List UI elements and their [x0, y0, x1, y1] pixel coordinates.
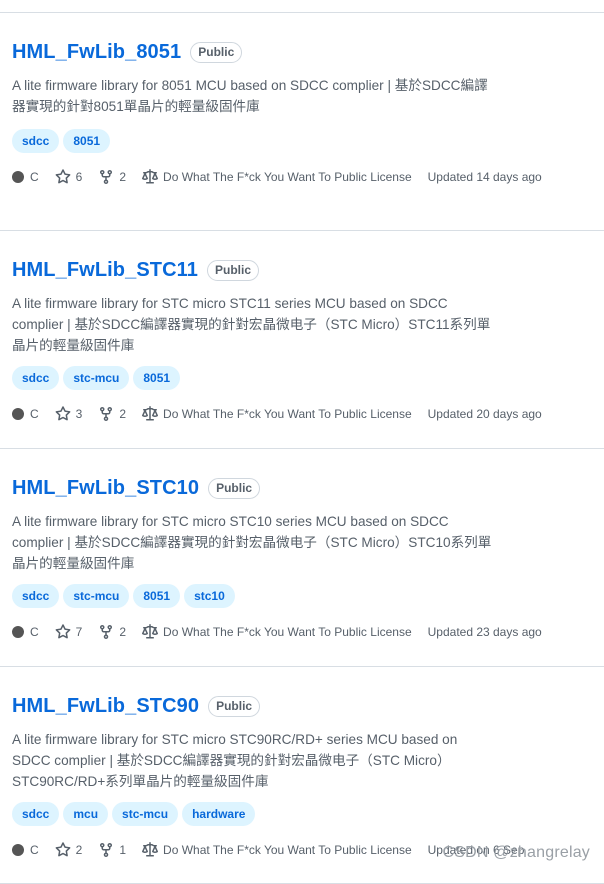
repo-title-row: HML_FwLib_STC10 Public	[12, 477, 261, 500]
language-color-dot	[12, 171, 24, 183]
license-item: Do What The F*ck You Want To Public Lice…	[142, 169, 412, 185]
repo-item: HML_FwLib_8051 Public A lite firmware li…	[0, 12, 604, 230]
repo-name-link[interactable]: HML_FwLib_STC11	[12, 259, 198, 282]
license-item: Do What The F*ck You Want To Public Lice…	[142, 624, 412, 640]
topic-list: sdcc stc-mcu 8051	[12, 366, 181, 390]
star-icon	[55, 842, 71, 858]
language-item: C	[12, 407, 39, 421]
language-item: C	[12, 625, 39, 639]
repo-description: A lite firmware library for STC micro ST…	[12, 296, 491, 353]
visibility-badge: Public	[206, 260, 259, 281]
topic-list: sdcc mcu stc-mcu hardware	[12, 802, 256, 826]
repo-meta: C 3 2 Do What The F*ck You Want To Publi…	[12, 406, 558, 422]
repo-title-row: HML_FwLib_STC90 Public	[12, 695, 261, 718]
stars-link[interactable]: 3	[55, 406, 83, 422]
forks-link[interactable]: 1	[98, 842, 126, 858]
repo-description: A lite firmware library for 8051 MCU bas…	[12, 78, 488, 114]
language-color-dot	[12, 626, 24, 638]
star-icon	[55, 169, 71, 185]
visibility-badge: Public	[208, 478, 261, 499]
forks-link[interactable]: 2	[98, 169, 126, 185]
stars-link[interactable]: 7	[55, 624, 83, 640]
topic-tag[interactable]: stc-mcu	[63, 584, 130, 608]
topic-tag[interactable]: sdcc	[12, 129, 60, 153]
repo-name-link[interactable]: HML_FwLib_STC90	[12, 695, 199, 718]
star-icon	[55, 624, 71, 640]
license-label: Do What The F*ck You Want To Public Lice…	[163, 625, 412, 639]
repo-description: A lite firmware library for STC micro ST…	[12, 732, 458, 789]
stars-count: 2	[75, 843, 83, 857]
stars-count: 7	[75, 625, 83, 639]
stars-link[interactable]: 6	[55, 169, 83, 185]
repo-title-row: HML_FwLib_STC11 Public	[12, 259, 259, 282]
topic-tag[interactable]: sdcc	[12, 366, 60, 390]
license-label: Do What The F*ck You Want To Public Lice…	[163, 843, 412, 857]
forks-link[interactable]: 2	[98, 406, 126, 422]
updated-time: Updated 20 days ago	[427, 407, 542, 421]
updated-time: Updated 14 days ago	[427, 170, 542, 184]
repo-forked-icon	[98, 169, 114, 185]
repo-meta: C 7 2 Do What The F*ck You Want To Publi…	[12, 624, 558, 640]
topic-tag[interactable]: 8051	[133, 584, 181, 608]
repo-description: A lite firmware library for STC micro ST…	[12, 514, 492, 571]
language-item: C	[12, 170, 39, 184]
topic-tag[interactable]: sdcc	[12, 802, 60, 826]
updated-time: Updated 23 days ago	[427, 625, 542, 639]
topic-tag[interactable]: stc-mcu	[63, 366, 130, 390]
repo-forked-icon	[98, 406, 114, 422]
topic-tag[interactable]: sdcc	[12, 584, 60, 608]
repo-item: HML_FwLib_STC11 Public A lite firmware l…	[0, 230, 604, 448]
license-item: Do What The F*ck You Want To Public Lice…	[142, 842, 412, 858]
language-color-dot	[12, 408, 24, 420]
law-icon	[142, 842, 159, 858]
repo-forked-icon	[98, 624, 114, 640]
license-item: Do What The F*ck You Want To Public Lice…	[142, 406, 412, 422]
topic-tag[interactable]: mcu	[63, 802, 109, 826]
language-color-dot	[12, 844, 24, 856]
forks-count: 2	[119, 625, 127, 639]
stars-count: 6	[75, 170, 83, 184]
repo-name-link[interactable]: HML_FwLib_8051	[12, 41, 181, 64]
topic-list: sdcc stc-mcu 8051 stc10	[12, 584, 235, 608]
forks-count: 2	[119, 170, 127, 184]
forks-count: 1	[119, 843, 127, 857]
visibility-badge: Public	[208, 696, 261, 717]
topic-tag[interactable]: hardware	[182, 802, 256, 826]
topic-list: sdcc 8051	[12, 129, 111, 153]
license-label: Do What The F*ck You Want To Public Lice…	[163, 407, 412, 421]
license-label: Do What The F*ck You Want To Public Lice…	[163, 170, 412, 184]
topic-tag[interactable]: 8051	[63, 129, 111, 153]
csdn-watermark: CSDN @zhangrelay	[442, 844, 590, 861]
language-label: C	[30, 843, 39, 857]
language-label: C	[30, 625, 39, 639]
repository-list: HML_FwLib_8051 Public A lite firmware li…	[0, 12, 604, 884]
repo-name-link[interactable]: HML_FwLib_STC10	[12, 477, 199, 500]
law-icon	[142, 406, 159, 422]
language-label: C	[30, 170, 39, 184]
law-icon	[142, 624, 159, 640]
repo-item: HML_FwLib_STC10 Public A lite firmware l…	[0, 448, 604, 666]
star-icon	[55, 406, 71, 422]
repo-meta: C 6 2 Do What The F*ck You Want To Publi…	[12, 169, 558, 185]
visibility-badge: Public	[190, 42, 243, 63]
stars-count: 3	[75, 407, 83, 421]
stars-link[interactable]: 2	[55, 842, 83, 858]
law-icon	[142, 169, 159, 185]
topic-tag[interactable]: 8051	[133, 366, 181, 390]
forks-count: 2	[119, 407, 127, 421]
forks-link[interactable]: 2	[98, 624, 126, 640]
repo-forked-icon	[98, 842, 114, 858]
language-label: C	[30, 407, 39, 421]
topic-tag[interactable]: stc-mcu	[112, 802, 179, 826]
topic-tag[interactable]: stc10	[184, 584, 235, 608]
language-item: C	[12, 843, 39, 857]
repo-title-row: HML_FwLib_8051 Public	[12, 41, 243, 64]
